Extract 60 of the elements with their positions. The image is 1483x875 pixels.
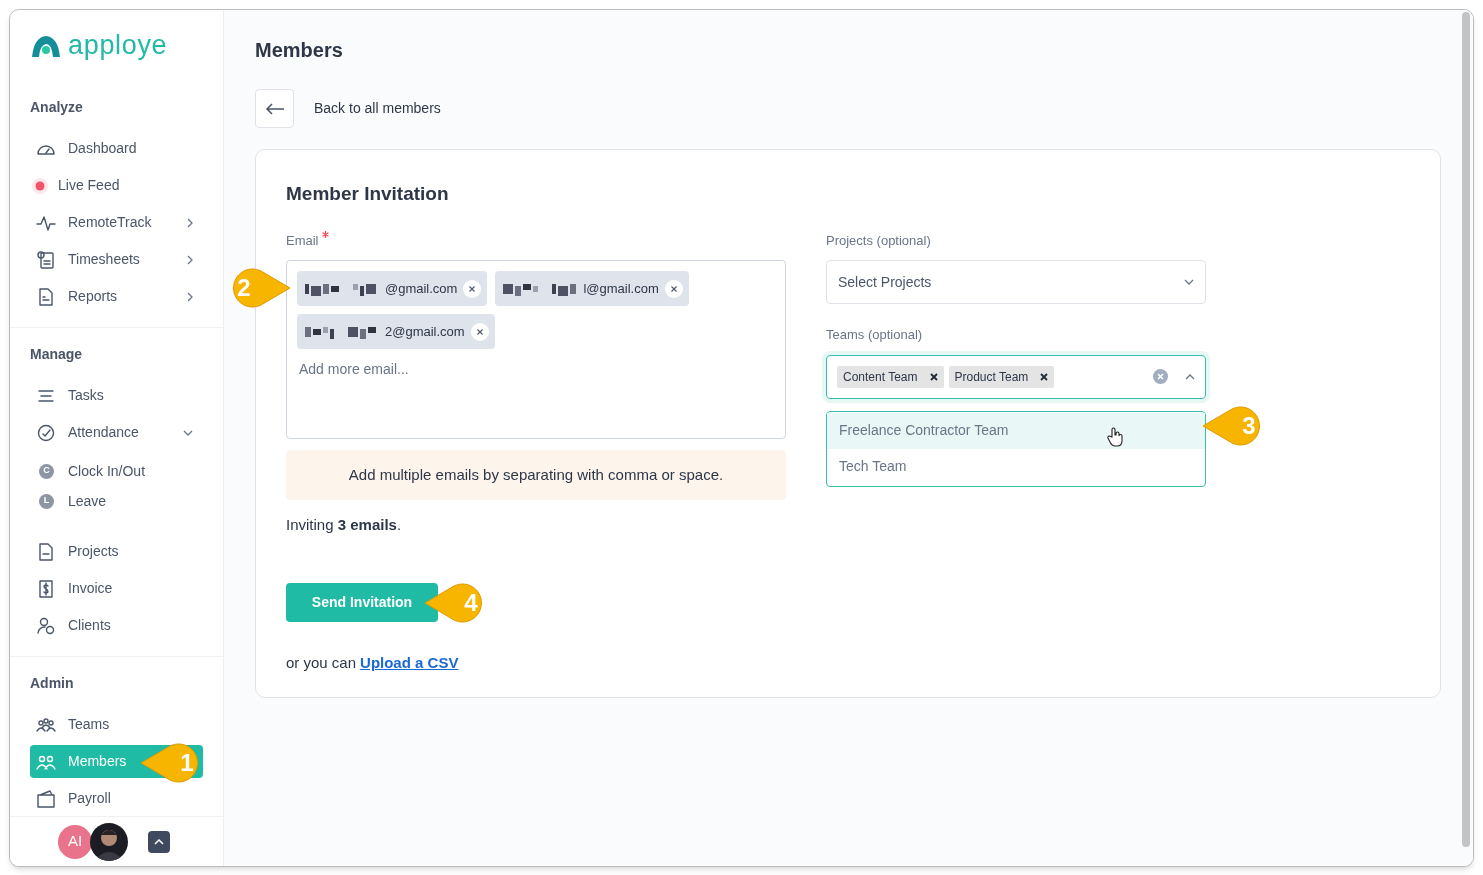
nav-item[interactable]: Reports [30,280,203,313]
chevron-down-icon[interactable] [1184,279,1194,285]
dropdown-option[interactable]: Freelance Contractor Team [827,412,1205,449]
logo-text: apploye [68,32,168,59]
report-icon [36,286,56,307]
nav-item[interactable]: Live Feed [30,169,203,202]
hand-cursor-icon [1107,427,1125,447]
nav-item[interactable]: Attendance [30,416,203,449]
nav-item[interactable]: Projects [30,535,203,568]
back-button[interactable] [255,89,294,128]
nav-item[interactable]: Teams [30,708,203,741]
nav-item[interactable]: RemoteTrack [30,206,203,239]
nav-item[interactable]: Timesheets [30,243,203,276]
payroll-icon [36,788,56,809]
chevron-up-icon[interactable] [1185,373,1195,380]
field-label: Teams (optional) [826,326,924,344]
email-chip: 2@gmail.com [297,314,495,349]
email-chip: @gmail.com [297,271,488,306]
invoice-icon [36,578,56,599]
nav-item[interactable]: Payroll [30,782,203,815]
caret-up-icon [154,838,164,845]
email-input[interactable]: Add more email... [299,359,599,380]
hint-banner: Add multiple emails by separating with comma or space. [286,450,786,500]
team-chip: Content Team [837,365,944,388]
scrollbar[interactable] [1462,12,1470,847]
chevron-right-icon[interactable] [187,291,193,302]
close-icon[interactable] [929,372,938,381]
back-arrow-icon [264,102,285,115]
field-label: Projects (optional) [826,231,932,250]
nav-subitem[interactable]: Leave [68,490,107,512]
page-title: Members [255,38,344,63]
section-heading: Manage [29,345,84,364]
chevron-down-icon[interactable] [183,429,193,436]
field-label: Email [286,231,319,250]
section-heading: Admin [29,674,75,693]
close-icon[interactable] [1040,372,1049,381]
timesheet-icon [36,249,56,270]
nav-item[interactable]: Clients [30,609,203,642]
letter-badge: L [39,493,54,509]
attendance-icon [36,422,56,443]
dropdown-option[interactable]: Tech Team [827,448,1205,485]
back-link[interactable]: Back to all members [314,98,441,119]
section-heading: Analyze [29,98,84,117]
letter-badge: C [39,463,54,479]
clients-icon [36,615,56,636]
projects-select[interactable]: Select Projects [826,260,1206,304]
nav-item[interactable]: Invoice [30,572,203,605]
upload-csv-link[interactable]: Upload a CSV [360,651,459,674]
nav-item[interactable]: Tasks [30,379,203,412]
nav-item[interactable]: Dashboard [30,132,203,165]
invite-summary: Inviting 3 emails. [286,515,403,535]
project-icon [36,541,56,562]
expand-button[interactable] [148,830,170,853]
chevron-right-icon[interactable] [187,217,193,228]
csv-text: or you can [286,652,357,673]
nav-subitem[interactable]: Clock In/Out [68,460,146,482]
card-title: Member Invitation [286,182,450,206]
chevron-right-icon[interactable] [187,254,193,265]
email-chip: l@gmail.com [495,271,689,306]
team-chip: Product Team [948,365,1055,388]
